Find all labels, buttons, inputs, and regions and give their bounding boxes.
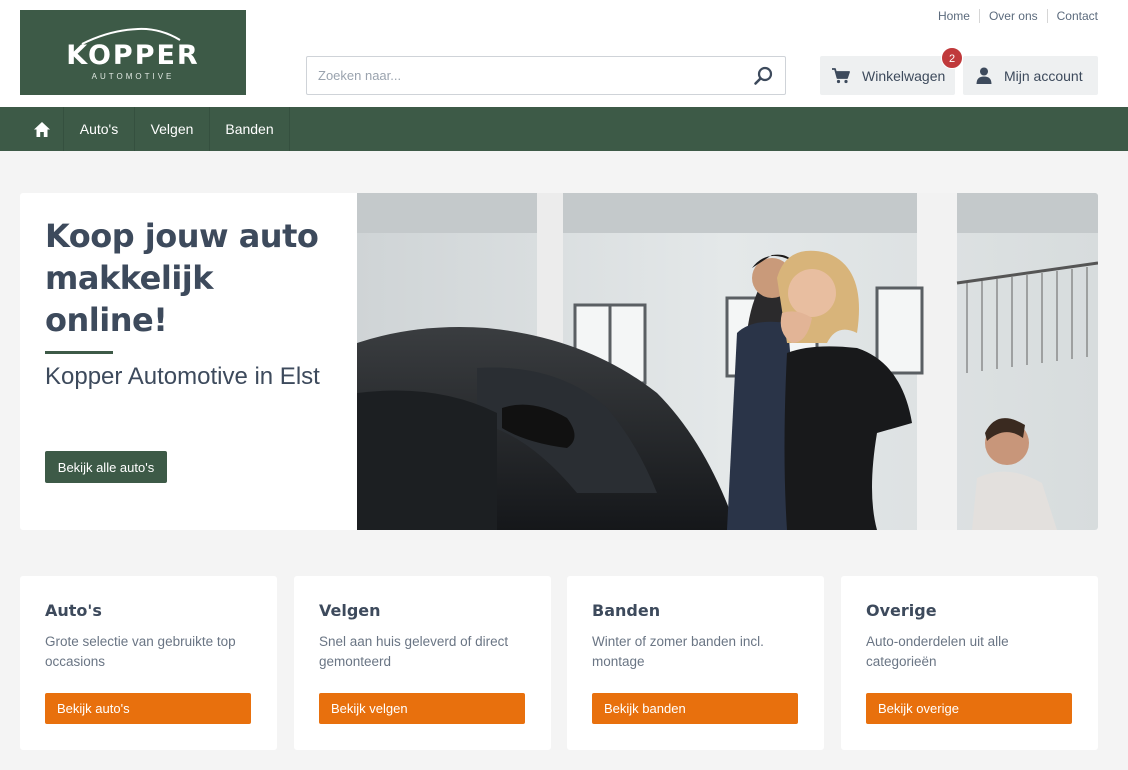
top-links: Home Over ons Contact <box>929 9 1098 23</box>
cart-button[interactable]: Winkelwagen <box>820 56 955 95</box>
top-link-contact[interactable]: Contact <box>1046 9 1098 23</box>
kopper-logo[interactable]: KOPPER AUTOMOTIVE <box>20 10 246 95</box>
card-description: Winter of zomer banden incl. montage <box>592 634 764 669</box>
hero-text: Koop jouw auto makkelijk online! Kopper … <box>45 215 345 392</box>
top-link-home[interactable]: Home <box>929 9 979 23</box>
hero-subtitle: Kopper Automotive in Elst <box>45 363 320 390</box>
nav-home[interactable] <box>20 107 64 151</box>
category-card-overige: Overige Auto-onderdelen uit alle categor… <box>841 576 1098 750</box>
nav-item-autos[interactable]: Auto's <box>64 107 135 151</box>
card-description: Auto-onderdelen uit alle categorieën <box>866 634 1009 669</box>
card-description: Grote selectie van gebruikte top occasio… <box>45 634 236 669</box>
cart-count-badge: 2 <box>941 47 963 69</box>
search-icon[interactable] <box>753 65 775 87</box>
card-title: Banden <box>592 601 661 620</box>
hero-title: Koop jouw auto makkelijk online! <box>45 217 319 339</box>
view-all-cars-button[interactable]: Bekijk alle auto's <box>45 451 167 483</box>
view-tires-button[interactable]: Bekijk banden <box>592 693 798 724</box>
category-card-velgen: Velgen Snel aan huis geleverd of direct … <box>294 576 551 750</box>
view-cars-button[interactable]: Bekijk auto's <box>45 693 251 724</box>
home-icon <box>33 121 50 137</box>
hero-divider <box>45 351 113 354</box>
hero-banner: Koop jouw auto makkelijk online! Kopper … <box>20 193 1098 530</box>
search-input[interactable] <box>307 57 737 94</box>
user-icon <box>976 67 992 84</box>
view-other-button[interactable]: Bekijk overige <box>866 693 1072 724</box>
logo-subtitle: AUTOMOTIVE <box>91 72 175 81</box>
view-rims-button[interactable]: Bekijk velgen <box>319 693 525 724</box>
cart-label: Winkelwagen <box>862 67 946 84</box>
site-header: KOPPER AUTOMOTIVE Home Over ons Contact … <box>0 0 1128 107</box>
account-button[interactable]: Mijn account <box>963 56 1098 95</box>
cart-icon <box>832 67 850 83</box>
logo-word: KOPPER <box>66 40 200 71</box>
card-title: Velgen <box>319 601 381 620</box>
card-title: Overige <box>866 601 937 620</box>
category-card-banden: Banden Winter of zomer banden incl. mont… <box>567 576 824 750</box>
nav-item-velgen[interactable]: Velgen <box>135 107 210 151</box>
nav-item-banden[interactable]: Banden <box>210 107 290 151</box>
hero-photo-showroom <box>357 193 1098 530</box>
card-description: Snel aan huis geleverd of direct gemonte… <box>319 634 509 669</box>
search-box <box>306 56 786 95</box>
category-card-autos: Auto's Grote selectie van gebruikte top … <box>20 576 277 750</box>
main-nav: Auto's Velgen Banden <box>0 107 1128 151</box>
card-title: Auto's <box>45 601 102 620</box>
top-link-over-ons[interactable]: Over ons <box>978 9 1047 23</box>
account-label: Mijn account <box>1004 67 1083 84</box>
